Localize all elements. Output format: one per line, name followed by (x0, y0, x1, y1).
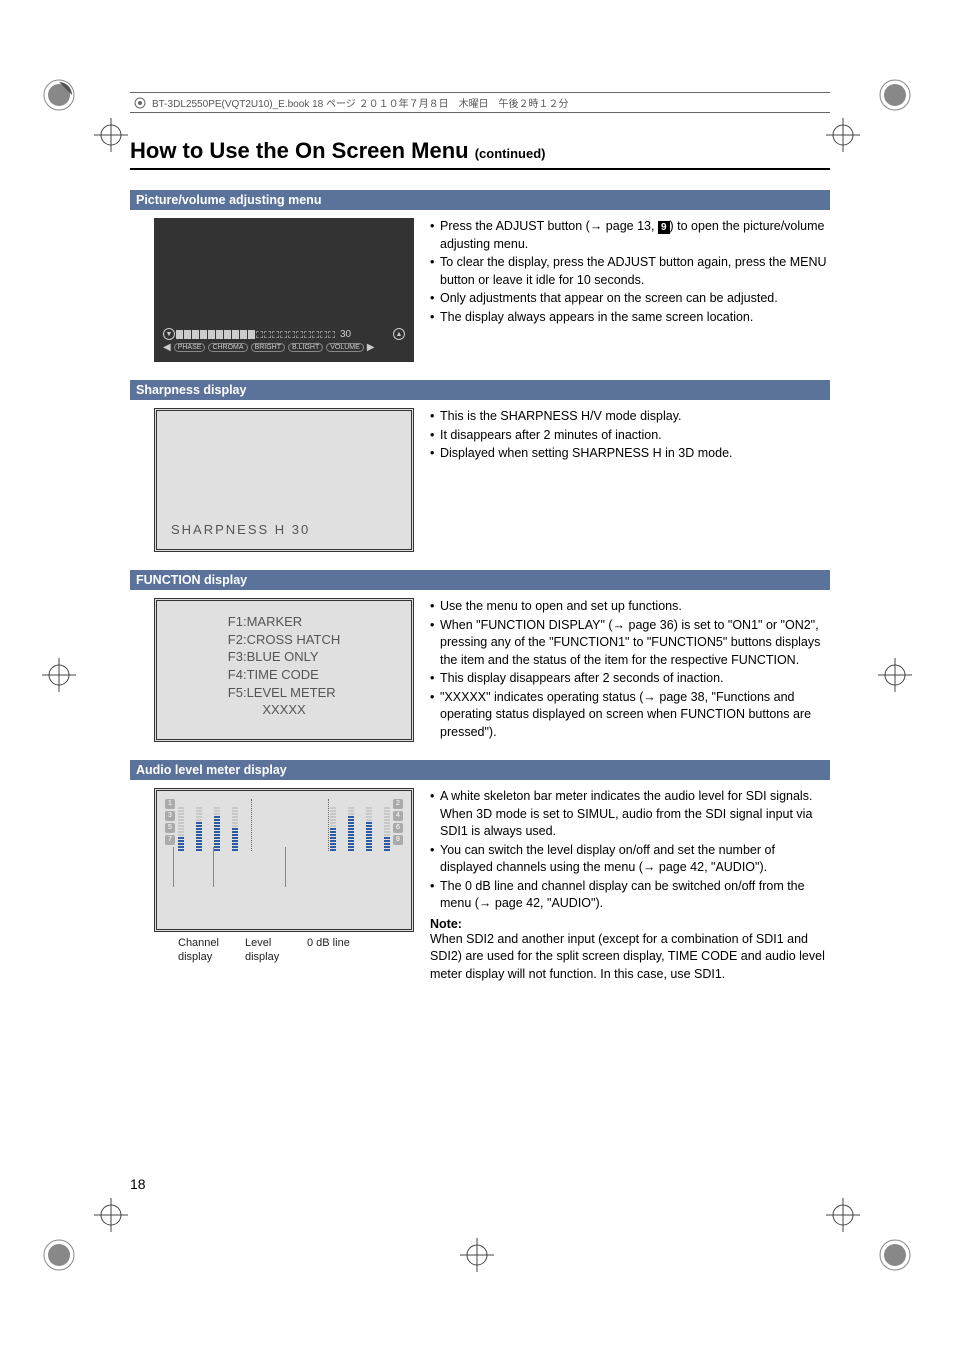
bullet-text: To clear the display, press the ADJUST b… (430, 254, 830, 289)
heading-audio: Audio level meter display (130, 760, 830, 780)
bullet-text: This display disappears after 2 seconds … (430, 670, 830, 688)
adjust-value: 30 (340, 329, 351, 340)
heading-picture: Picture/volume adjusting menu (130, 190, 830, 210)
meter-bar (348, 799, 354, 851)
bullet-text: You can switch the level display on/off … (430, 842, 830, 877)
page-title: How to Use the On Screen Menu (continued… (130, 138, 830, 164)
caption-level: Level display (245, 936, 295, 965)
label-blight: B.LIGHT (288, 343, 323, 352)
bullet-text: This is the SHARPNESS H/V mode display. (430, 408, 830, 426)
bullets-audio: A white skeleton bar meter indicates the… (430, 788, 830, 913)
regmark-tl-inner (94, 118, 128, 152)
note-label: Note: (430, 917, 830, 931)
bullet-text: Only adjustments that appear on the scre… (430, 290, 830, 308)
func-line: F4:TIME CODE (228, 666, 340, 684)
note-text: When SDI2 and another input (except for … (430, 931, 830, 984)
screen-picture-volume: ▼ 30 ▲ ◀ PHASE CHROMA BRIGHT B.LIGHT (154, 218, 414, 362)
label-volume: VOLUME (326, 343, 364, 352)
meter-bar (214, 799, 220, 851)
func-line: F5:LEVEL METER (228, 684, 340, 702)
meter-bar (196, 799, 202, 851)
bullets-picture: Press the ADJUST button (→ page 13, 9) t… (430, 218, 830, 326)
regmark-ml (42, 658, 76, 692)
bullet-text: Displayed when setting SHARPNESS H in 3D… (430, 445, 830, 463)
regmark-bc (460, 1238, 494, 1272)
chan-num: 8 (393, 835, 403, 845)
caption-db: 0 dB line (307, 936, 350, 965)
meter-bar (384, 799, 390, 851)
db-line-left (251, 799, 252, 851)
label-phase: PHASE (174, 343, 206, 352)
caption-channel: Channel display (178, 936, 233, 965)
chan-num: 7 (165, 835, 175, 845)
label-bright: BRIGHT (251, 343, 285, 352)
bullet-text: The display always appears in the same s… (430, 309, 830, 327)
callout-line (173, 847, 174, 887)
sharpness-text: SHARPNESS H 30 (163, 516, 405, 543)
regmark-bl-inner (94, 1198, 128, 1232)
screen-audio-meter: 1 3 5 7 (154, 788, 414, 932)
func-line: F2:CROSS HATCH (228, 631, 340, 649)
chan-num: 4 (393, 811, 403, 821)
meter-bar (366, 799, 372, 851)
channels-left: 1 3 5 7 (165, 799, 175, 853)
adjust-label-row: ◀ PHASE CHROMA BRIGHT B.LIGHT VOLUME ▶ (163, 342, 405, 353)
bullet-text: When "FUNCTION DISPLAY" (→ page 36) is s… (430, 617, 830, 670)
func-line: F3:BLUE ONLY (228, 648, 340, 666)
chan-num: 5 (165, 823, 175, 833)
callout-line (285, 847, 286, 887)
bullet-text: It disappears after 2 minutes of inactio… (430, 427, 830, 445)
title-rule (130, 168, 830, 170)
bullet-text: A white skeleton bar meter indicates the… (430, 788, 830, 841)
bullet-text: Press the ADJUST button (→ page 13, 9) t… (430, 218, 830, 253)
regmark-mr (878, 658, 912, 692)
regmark-bl-outer (42, 1238, 76, 1272)
label-chroma: CHROMA (208, 343, 247, 352)
bullets-sharpness: This is the SHARPNESS H/V mode display. … (430, 408, 830, 463)
regmark-br-inner (826, 1198, 860, 1232)
heading-function: FUNCTION display (130, 570, 830, 590)
meter-bar (330, 799, 336, 851)
bullet-text: Use the menu to open and set up function… (430, 598, 830, 616)
chan-num: 2 (393, 799, 403, 809)
chan-num: 6 (393, 823, 403, 833)
meter-bar (178, 799, 184, 851)
ref-box-9: 9 (658, 221, 670, 234)
page-number: 18 (130, 1176, 146, 1192)
volume-up-icon: ▲ (393, 328, 405, 340)
db-line-right (328, 799, 329, 851)
title-continued: (continued) (475, 146, 546, 161)
channels-right: 2 4 6 8 (393, 799, 403, 853)
meter-bar (232, 799, 238, 851)
callout-line (213, 847, 214, 887)
chan-num: 1 (165, 799, 175, 809)
bullet-text: "XXXXX" indicates operating status (→ pa… (430, 689, 830, 742)
regmark-tl-outer (42, 78, 76, 112)
bullet-text: The 0 dB line and channel display can be… (430, 878, 830, 913)
func-line: F1:MARKER (228, 613, 340, 631)
title-main: How to Use the On Screen Menu (130, 138, 475, 163)
regmark-br-outer (878, 1238, 912, 1272)
volume-down-icon: ▼ (163, 328, 175, 340)
screen-function: F1:MARKER F2:CROSS HATCH F3:BLUE ONLY F4… (154, 598, 414, 742)
bullets-function: Use the menu to open and set up function… (430, 598, 830, 741)
regmark-tr-inner (826, 118, 860, 152)
regmark-tr-outer (878, 78, 912, 112)
screen-sharpness: SHARPNESS H 30 (154, 408, 414, 552)
func-line: XXXXX (228, 701, 340, 719)
heading-sharpness: Sharpness display (130, 380, 830, 400)
chan-num: 3 (165, 811, 175, 821)
